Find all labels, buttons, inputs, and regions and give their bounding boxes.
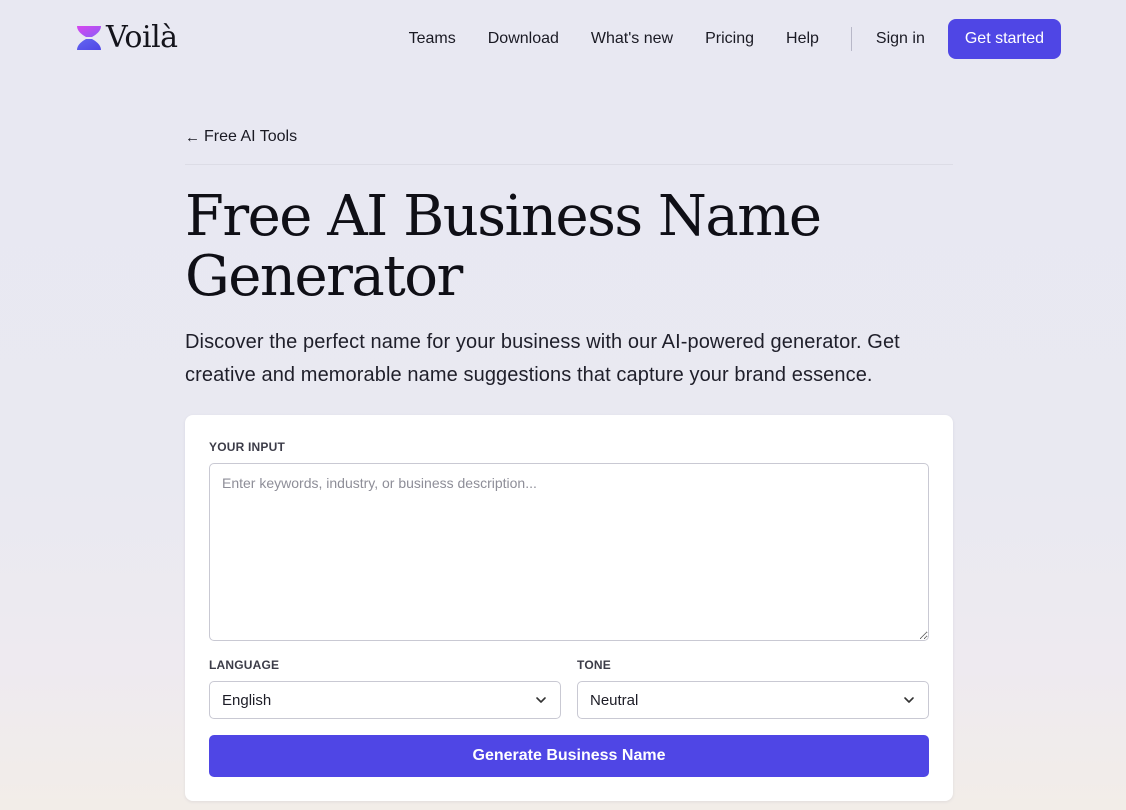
section-divider xyxy=(185,164,953,165)
page-intro: ← Free AI Tools Free AI Business Name Ge… xyxy=(185,120,953,392)
title-line-2: Generator xyxy=(185,244,463,309)
page-subtitle: Discover the perfect name for your busin… xyxy=(185,326,953,392)
back-link-label: Free AI Tools xyxy=(204,128,298,145)
business-description-input[interactable] xyxy=(209,463,929,641)
get-started-button[interactable]: Get started xyxy=(947,19,1061,59)
generate-business-name-button[interactable]: Generate Business Name xyxy=(209,735,929,777)
logo-link[interactable]: Voilà xyxy=(76,22,178,54)
subtitle-line-2: creative and memorable name suggestions … xyxy=(185,364,873,386)
subtitle-line-1: Discover the perfect name for your busin… xyxy=(185,331,900,353)
nav-divider xyxy=(850,27,852,51)
language-selected-value: English xyxy=(222,691,272,709)
hourglass-logo-icon xyxy=(77,26,101,50)
chevron-down-icon xyxy=(904,697,914,703)
chevron-down-icon xyxy=(536,697,546,703)
nav-teams[interactable]: Teams xyxy=(409,19,456,59)
back-to-tools-link[interactable]: ← Free AI Tools xyxy=(185,120,953,154)
nav-help[interactable]: Help xyxy=(786,19,819,59)
tone-label: TONE xyxy=(577,658,611,672)
generator-form-card: YOUR INPUT LANGUAGE English TONE Neutral… xyxy=(185,415,953,801)
nav-pricing[interactable]: Pricing xyxy=(705,19,754,59)
main-nav: Teams Download What's new Pricing Help S… xyxy=(409,19,1061,59)
language-label: LANGUAGE xyxy=(209,658,280,672)
nav-download[interactable]: Download xyxy=(488,19,559,59)
sign-in-link[interactable]: Sign in xyxy=(876,19,925,59)
input-label: YOUR INPUT xyxy=(209,440,286,454)
logo-wordmark: Voilà xyxy=(106,20,178,55)
nav-whats-new[interactable]: What's new xyxy=(591,19,673,59)
arrow-left-icon: ← xyxy=(185,128,200,146)
title-line-1: Free AI Business Name xyxy=(185,184,822,249)
site-header: Voilà Teams Download What's new Pricing … xyxy=(0,0,1126,80)
tone-selected-value: Neutral xyxy=(590,691,639,709)
tone-select[interactable]: Neutral xyxy=(577,681,929,719)
language-select[interactable]: English xyxy=(209,681,561,719)
page-title: Free AI Business Name Generator xyxy=(185,187,953,307)
